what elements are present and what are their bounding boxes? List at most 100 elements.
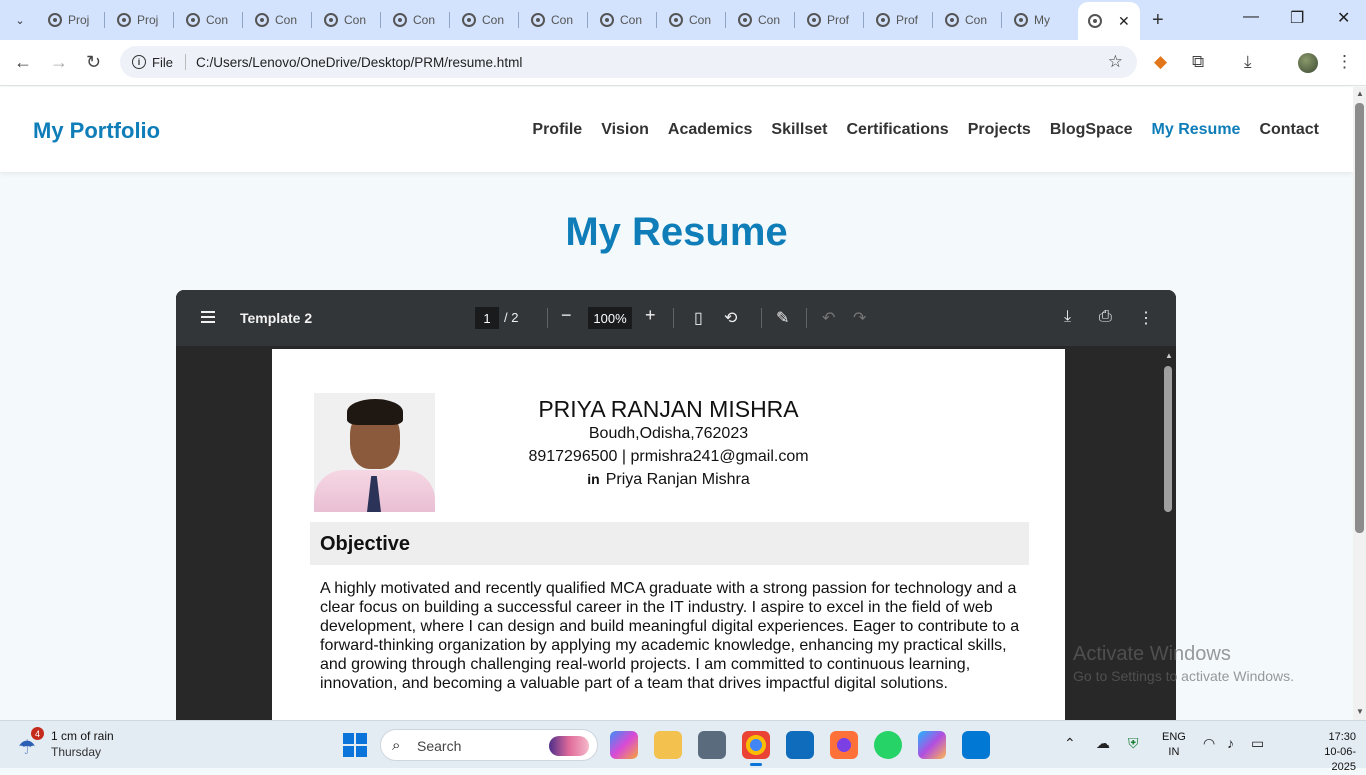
print-icon[interactable]: ⎙	[1099, 308, 1112, 326]
globe-icon	[600, 13, 614, 27]
maximize-button[interactable]: ❐	[1290, 8, 1304, 28]
close-tab-icon[interactable]: ✕	[1118, 13, 1130, 30]
vscode-icon[interactable]	[962, 731, 990, 759]
globe-icon	[876, 13, 890, 27]
browser-tab[interactable]: Con	[174, 8, 228, 32]
whatsapp-icon[interactable]	[874, 731, 902, 759]
globe-icon	[1088, 14, 1102, 28]
nav-profile[interactable]: Profile	[532, 121, 582, 139]
pdf-menu-icon[interactable]	[201, 311, 215, 323]
nav-contact[interactable]: Contact	[1259, 121, 1319, 139]
profile-avatar[interactable]	[1298, 53, 1318, 73]
page-scrollbar[interactable]: ▲ ▼	[1353, 87, 1366, 720]
site-logo[interactable]: My Portfolio	[33, 118, 160, 144]
address-bar[interactable]: i File C:/Users/Lenovo/OneDrive/Desktop/…	[120, 46, 1137, 78]
chrome-icon[interactable]	[742, 731, 770, 766]
redo-icon[interactable]: ↷	[853, 308, 866, 328]
taskbar-search[interactable]: ⌕ Search	[380, 729, 598, 761]
browser-tab[interactable]: Con	[519, 8, 573, 32]
volume-icon[interactable]: ♪	[1227, 735, 1234, 751]
weather-summary[interactable]: 1 cm of rain	[51, 729, 114, 743]
annotate-icon[interactable]: ✎	[776, 308, 789, 328]
file-explorer-icon[interactable]	[654, 731, 682, 759]
scroll-up-icon[interactable]: ▲	[1165, 351, 1173, 360]
copilot-icon[interactable]	[610, 731, 638, 759]
resume-linkedin[interactable]: in Priya Ranjan Mishra	[272, 471, 1065, 489]
m365-icon[interactable]	[918, 731, 946, 759]
battery-icon[interactable]: ▭	[1251, 735, 1264, 752]
nav-vision[interactable]: Vision	[601, 121, 649, 139]
pdf-more-icon[interactable]: ⋮	[1138, 308, 1154, 328]
site-header: My Portfolio Profile Vision Academics Sk…	[0, 87, 1353, 172]
forward-icon[interactable]: →	[50, 52, 68, 73]
nav-academics[interactable]: Academics	[668, 121, 753, 139]
bookmark-star-icon[interactable]: ☆	[1108, 52, 1123, 72]
close-window-button[interactable]: ✕	[1337, 8, 1350, 28]
back-icon[interactable]: ←	[14, 52, 32, 73]
undo-icon[interactable]: ↶	[822, 308, 835, 328]
more-menu-icon[interactable]: ⋮	[1336, 52, 1353, 72]
search-icon: ⌕	[392, 737, 401, 754]
search-highlight-image	[549, 736, 589, 756]
outlook-icon[interactable]	[786, 731, 814, 759]
url-text[interactable]: C:/Users/Lenovo/OneDrive/Desktop/PRM/res…	[196, 55, 522, 70]
wifi-icon[interactable]: ◠	[1203, 735, 1215, 752]
nav-my-resume[interactable]: My Resume	[1152, 121, 1241, 139]
browser-tab[interactable]: My	[1002, 8, 1050, 32]
browser-tab[interactable]: Con	[450, 8, 504, 32]
zoom-in-icon[interactable]: +	[645, 305, 656, 326]
nav-skillset[interactable]: Skillset	[771, 121, 827, 139]
browser-tab[interactable]: Proj	[36, 8, 89, 32]
show-hidden-icons[interactable]: ⌃	[1064, 735, 1076, 752]
scroll-down-icon[interactable]: ▼	[1356, 707, 1364, 716]
tab-search-button[interactable]: ⌄	[6, 6, 34, 34]
camera-app-icon[interactable]	[698, 731, 726, 759]
info-icon[interactable]: i	[132, 55, 146, 69]
browser-tab[interactable]: Prof	[864, 8, 918, 32]
minimize-button[interactable]: —	[1243, 8, 1259, 26]
resume-address: Boudh,Odisha,762023	[588, 425, 749, 442]
linkedin-icon: in	[587, 471, 600, 487]
nav-blogspace[interactable]: BlogSpace	[1050, 121, 1133, 139]
start-button[interactable]	[343, 733, 367, 757]
browser-tab[interactable]: Con	[312, 8, 366, 32]
rotate-icon[interactable]: ⟲	[724, 308, 737, 328]
zoom-out-icon[interactable]: −	[561, 305, 572, 326]
search-label: Search	[417, 738, 462, 754]
download-icon[interactable]: ⤓	[1244, 52, 1252, 72]
fit-page-icon[interactable]: ▯	[694, 308, 703, 328]
page-number-input[interactable]: 1	[475, 307, 499, 329]
browser-toolbar: ← → ↻ i File C:/Users/Lenovo/OneDrive/De…	[0, 40, 1366, 86]
page-scroll-thumb[interactable]	[1355, 103, 1364, 533]
extensions-icon[interactable]: ⧉	[1192, 52, 1204, 72]
onedrive-icon[interactable]: ☁	[1096, 735, 1110, 752]
active-browser-tab[interactable]: ✕	[1078, 2, 1140, 40]
browser-tab[interactable]: Con	[726, 8, 780, 32]
nav-projects[interactable]: Projects	[968, 121, 1031, 139]
security-shield-icon[interactable]: ⛨	[1128, 735, 1139, 752]
system-clock[interactable]: 17:30 10-06-2025	[1312, 730, 1356, 775]
nav-certifications[interactable]: Certifications	[846, 121, 948, 139]
objective-section-header: Objective	[310, 522, 1029, 565]
scroll-up-icon[interactable]: ▲	[1356, 89, 1364, 98]
pdf-scroll-thumb[interactable]	[1164, 366, 1172, 512]
metamask-extension-icon[interactable]: ◆	[1154, 52, 1167, 72]
globe-icon	[945, 13, 959, 27]
browser-tab[interactable]: Con	[243, 8, 297, 32]
reload-icon[interactable]: ↻	[86, 52, 101, 73]
new-tab-button[interactable]: +	[1152, 9, 1164, 32]
language-indicator[interactable]: ENG IN	[1162, 730, 1186, 760]
browser-tab[interactable]: Con	[933, 8, 987, 32]
firefox-icon[interactable]	[830, 731, 858, 759]
browser-tab[interactable]: Con	[381, 8, 435, 32]
browser-tab[interactable]: Con	[588, 8, 642, 32]
resume-contact: 8917296500 | prmishra241@gmail.com	[528, 448, 809, 465]
browser-tab[interactable]: Prof	[795, 8, 849, 32]
zoom-input[interactable]: 100%	[588, 307, 632, 329]
browser-tab[interactable]: Con	[657, 8, 711, 32]
globe-icon	[186, 13, 200, 27]
weather-day[interactable]: Thursday	[51, 745, 101, 759]
browser-tab[interactable]: Proj	[105, 8, 158, 32]
pdf-download-icon[interactable]: ⤓	[1064, 308, 1071, 326]
weather-badge: 4	[31, 727, 44, 740]
